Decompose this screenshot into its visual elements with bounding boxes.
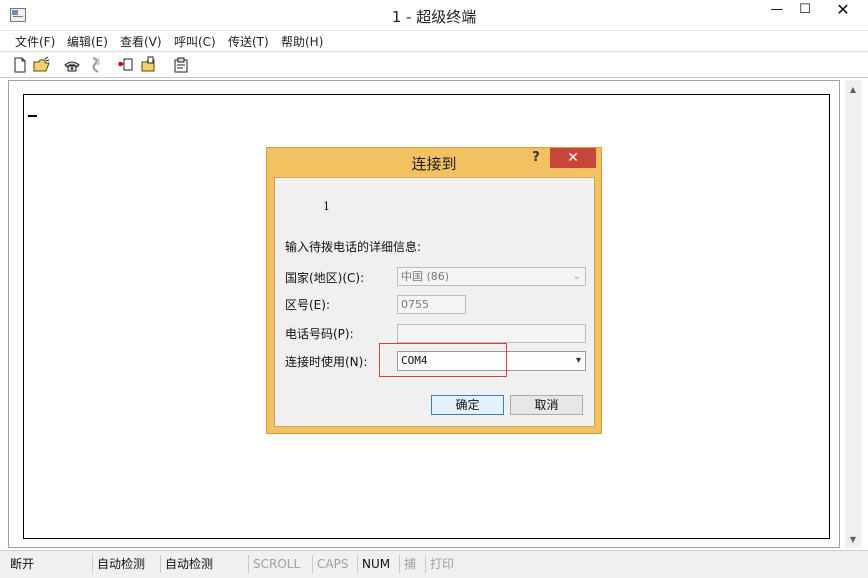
status-print: 打印 bbox=[425, 555, 454, 573]
cancel-button[interactable]: 取消 bbox=[510, 395, 583, 415]
menu-bar: 文件(F) 编辑(E) 查看(V) 呼叫(C) 传送(T) 帮助(H) bbox=[0, 31, 868, 52]
menu-call[interactable]: 呼叫(C) bbox=[174, 33, 216, 50]
connect-using-label: 连接时使用(N): bbox=[285, 355, 368, 369]
menu-help[interactable]: 帮助(H) bbox=[281, 33, 323, 50]
close-button[interactable]: ✕ bbox=[820, 0, 866, 21]
connection-name: 1 bbox=[323, 200, 330, 213]
menu-view[interactable]: 查看(V) bbox=[120, 33, 162, 50]
title-bar: 1 - 超级终端 — ☐ ✕ bbox=[0, 0, 868, 31]
open-folder-icon[interactable] bbox=[33, 56, 51, 74]
status-connection: 断开 bbox=[10, 557, 35, 571]
country-label: 国家(地区)(C): bbox=[285, 271, 365, 285]
dialog-close-button[interactable]: ✕ bbox=[550, 148, 596, 168]
status-bar: 断开 自动检测 自动检测 SCROLL CAPS NUM 捕 打印 bbox=[0, 550, 868, 578]
menu-edit[interactable]: 编辑(E) bbox=[67, 33, 108, 50]
area-code-input[interactable]: 0755 bbox=[397, 295, 466, 314]
status-autodetect-2: 自动检测 bbox=[160, 555, 213, 573]
minimize-button[interactable]: — bbox=[764, 0, 790, 21]
country-value: 中国 (86) bbox=[401, 270, 450, 283]
phone-number-label: 电话号码(P): bbox=[285, 327, 354, 341]
menu-file[interactable]: 文件(F) bbox=[15, 33, 55, 50]
ok-button[interactable]: 确定 bbox=[431, 395, 504, 415]
area-code-value: 0755 bbox=[401, 298, 429, 311]
scroll-down-icon[interactable]: ▼ bbox=[848, 536, 858, 544]
status-scroll: SCROLL bbox=[248, 555, 300, 573]
disconnect-icon[interactable] bbox=[87, 56, 105, 74]
scroll-up-icon[interactable]: ▲ bbox=[848, 86, 858, 94]
text-cursor bbox=[28, 115, 37, 117]
call-phone-icon[interactable] bbox=[63, 56, 81, 74]
window-title: 1 - 超级终端 bbox=[391, 8, 477, 26]
send-icon[interactable] bbox=[117, 56, 135, 74]
highlight-annotation bbox=[379, 343, 507, 377]
chevron-down-icon: ⌄ bbox=[572, 271, 581, 282]
dialog-body: 1 输入待拨电话的详细信息: 国家(地区)(C): 中国 (86) ⌄ 区号(E… bbox=[274, 177, 595, 427]
details-prompt: 输入待拨电话的详细信息: bbox=[285, 240, 422, 254]
phone-number-input[interactable] bbox=[397, 324, 586, 343]
status-num: NUM bbox=[357, 555, 390, 573]
new-file-icon[interactable] bbox=[11, 56, 29, 74]
chevron-down-icon: ▾ bbox=[575, 355, 581, 366]
help-button[interactable]: ? bbox=[528, 150, 544, 165]
properties-icon[interactable] bbox=[172, 56, 190, 74]
status-caps: CAPS bbox=[312, 555, 348, 573]
connect-to-dialog: 连接到 ? ✕ 1 输入待拨电话的详细信息: 国家(地区)(C): 中国 (86… bbox=[266, 147, 602, 434]
receive-icon[interactable] bbox=[140, 56, 158, 74]
area-code-label: 区号(E): bbox=[285, 298, 330, 312]
country-select[interactable]: 中国 (86) ⌄ bbox=[397, 267, 586, 286]
maximize-button[interactable]: ☐ bbox=[792, 0, 818, 21]
toolbar bbox=[0, 52, 868, 78]
status-capture: 捕 bbox=[399, 555, 416, 573]
vertical-scrollbar[interactable]: ▲ ▼ bbox=[845, 80, 861, 548]
status-autodetect-1: 自动检测 bbox=[92, 555, 145, 573]
menu-transfer[interactable]: 传送(T) bbox=[228, 33, 269, 50]
